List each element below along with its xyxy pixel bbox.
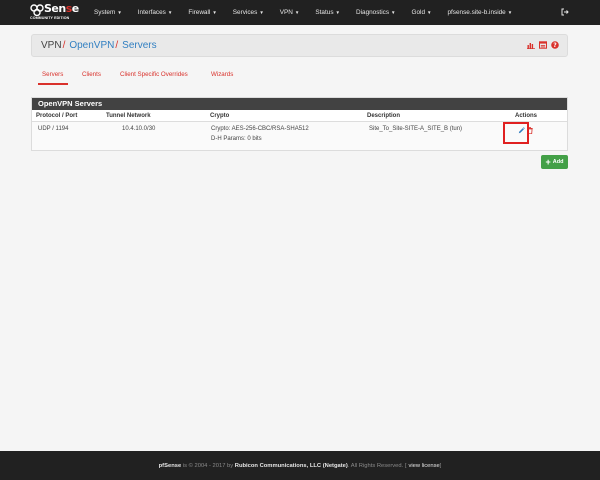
tab-client-specific-overrides[interactable]: Client Specific Overrides <box>120 71 188 78</box>
column-header: Crypto <box>210 113 230 119</box>
column-header: Description <box>367 113 401 119</box>
openvpn-servers-panel: OpenVPN Servers Protocol / Port Tunnel N… <box>31 97 568 151</box>
tab-bar: Servers Clients Client Specific Override… <box>31 66 568 86</box>
pfsense-logo[interactable]: Sense COMMUNITY EDITION <box>0 0 82 25</box>
footer: pfSense is © 2004 - 2017 by Rubicon Comm… <box>0 451 600 480</box>
page-tools: ? <box>527 41 559 49</box>
column-header: Actions <box>515 113 538 119</box>
logo-edition: COMMUNITY EDITION <box>30 16 70 20</box>
caret-down-icon: ▼ <box>167 10 173 15</box>
panel-title: OpenVPN Servers <box>32 98 567 110</box>
breadcrumb-servers[interactable]: Servers <box>122 40 156 51</box>
logo-text: Sense <box>44 2 79 15</box>
plus-icon: + <box>545 156 551 167</box>
tab-wizards[interactable]: Wizards <box>211 71 233 78</box>
top-navbar: Sense COMMUNITY EDITION System ▼ Interfac… <box>0 0 600 25</box>
menu-system[interactable]: System ▼ <box>94 9 122 16</box>
protocol-port-cell: UDP / 1194 <box>38 126 69 132</box>
table-row[interactable]: UDP / 1194 10.4.10.0/30 Crypto: AES-256-… <box>32 122 567 150</box>
description-cell: Site_To_Site-SITE-A_SITE_B (tun) <box>369 126 463 132</box>
chart-icon[interactable] <box>527 41 535 49</box>
table-header: Protocol / Port Tunnel Network Crypto De… <box>32 110 567 122</box>
tunnel-network-cell: 10.4.10.0/30 <box>122 126 156 132</box>
active-tab-indicator <box>38 83 68 85</box>
main-menu: System ▼ Interfaces ▼ Firewall ▼ Services ▼ … <box>94 0 528 25</box>
breadcrumb-separator: / <box>115 40 119 51</box>
column-header: Protocol / Port <box>36 113 78 119</box>
caret-down-icon: ▼ <box>335 10 340 15</box>
logout-icon[interactable] <box>561 8 569 16</box>
footer-copyright: is © 2004 - 2017 by <box>181 462 235 469</box>
list-icon[interactable] <box>539 41 547 49</box>
edit-highlight-box <box>503 122 529 144</box>
footer-brand: pfSense <box>158 462 182 469</box>
caret-down-icon: ▼ <box>212 10 217 15</box>
menu-interfaces[interactable]: Interfaces ▼ <box>138 9 173 16</box>
menu-firewall[interactable]: Firewall ▼ <box>188 9 216 16</box>
footer-company-link[interactable]: Rubicon Communications, LLC (Netgate) <box>235 463 348 469</box>
menu-gold[interactable]: Gold ▼ <box>412 9 432 16</box>
breadcrumb-separator: / <box>62 40 66 51</box>
menu-status[interactable]: Status ▼ <box>315 9 340 16</box>
menu-diagnostics[interactable]: Diagnostics ▼ <box>356 9 396 16</box>
footer-license-link[interactable]: view license <box>408 463 439 469</box>
menu-services[interactable]: Services ▼ <box>233 9 264 16</box>
caret-down-icon: ▼ <box>507 10 513 15</box>
footer-bracket: ] <box>439 462 442 469</box>
caret-down-icon: ▼ <box>117 10 122 15</box>
tab-clients[interactable]: Clients <box>82 71 101 78</box>
crypto-cell: Crypto: AES-256-CBC/RSA-SHA512 <box>211 126 309 132</box>
add-server-button[interactable]: + Add <box>541 155 568 169</box>
column-header: Tunnel Network <box>106 113 151 119</box>
breadcrumb-vpn: VPN <box>41 40 62 51</box>
breadcrumb-openvpn[interactable]: OpenVPN <box>69 40 114 51</box>
tab-servers[interactable]: Servers <box>42 71 63 78</box>
dh-params-cell: D-H Params: 0 bits <box>211 136 262 142</box>
caret-down-icon: ▼ <box>259 10 264 15</box>
help-icon[interactable]: ? <box>551 41 559 49</box>
svg-text:?: ? <box>553 42 557 49</box>
footer-rights: . All Rights Reserved. [ <box>347 462 407 469</box>
pfsense-logo-icon <box>30 4 44 16</box>
add-button-label: Add <box>552 159 564 165</box>
menu-hostname[interactable]: pfsense.site-b.inside ▼ <box>447 9 512 16</box>
caret-down-icon: ▼ <box>391 10 396 15</box>
caret-down-icon: ▼ <box>294 10 300 15</box>
menu-vpn[interactable]: VPN ▼ <box>280 9 300 16</box>
breadcrumb: VPN / OpenVPN / Servers ? <box>31 34 568 57</box>
caret-down-icon: ▼ <box>427 10 432 15</box>
